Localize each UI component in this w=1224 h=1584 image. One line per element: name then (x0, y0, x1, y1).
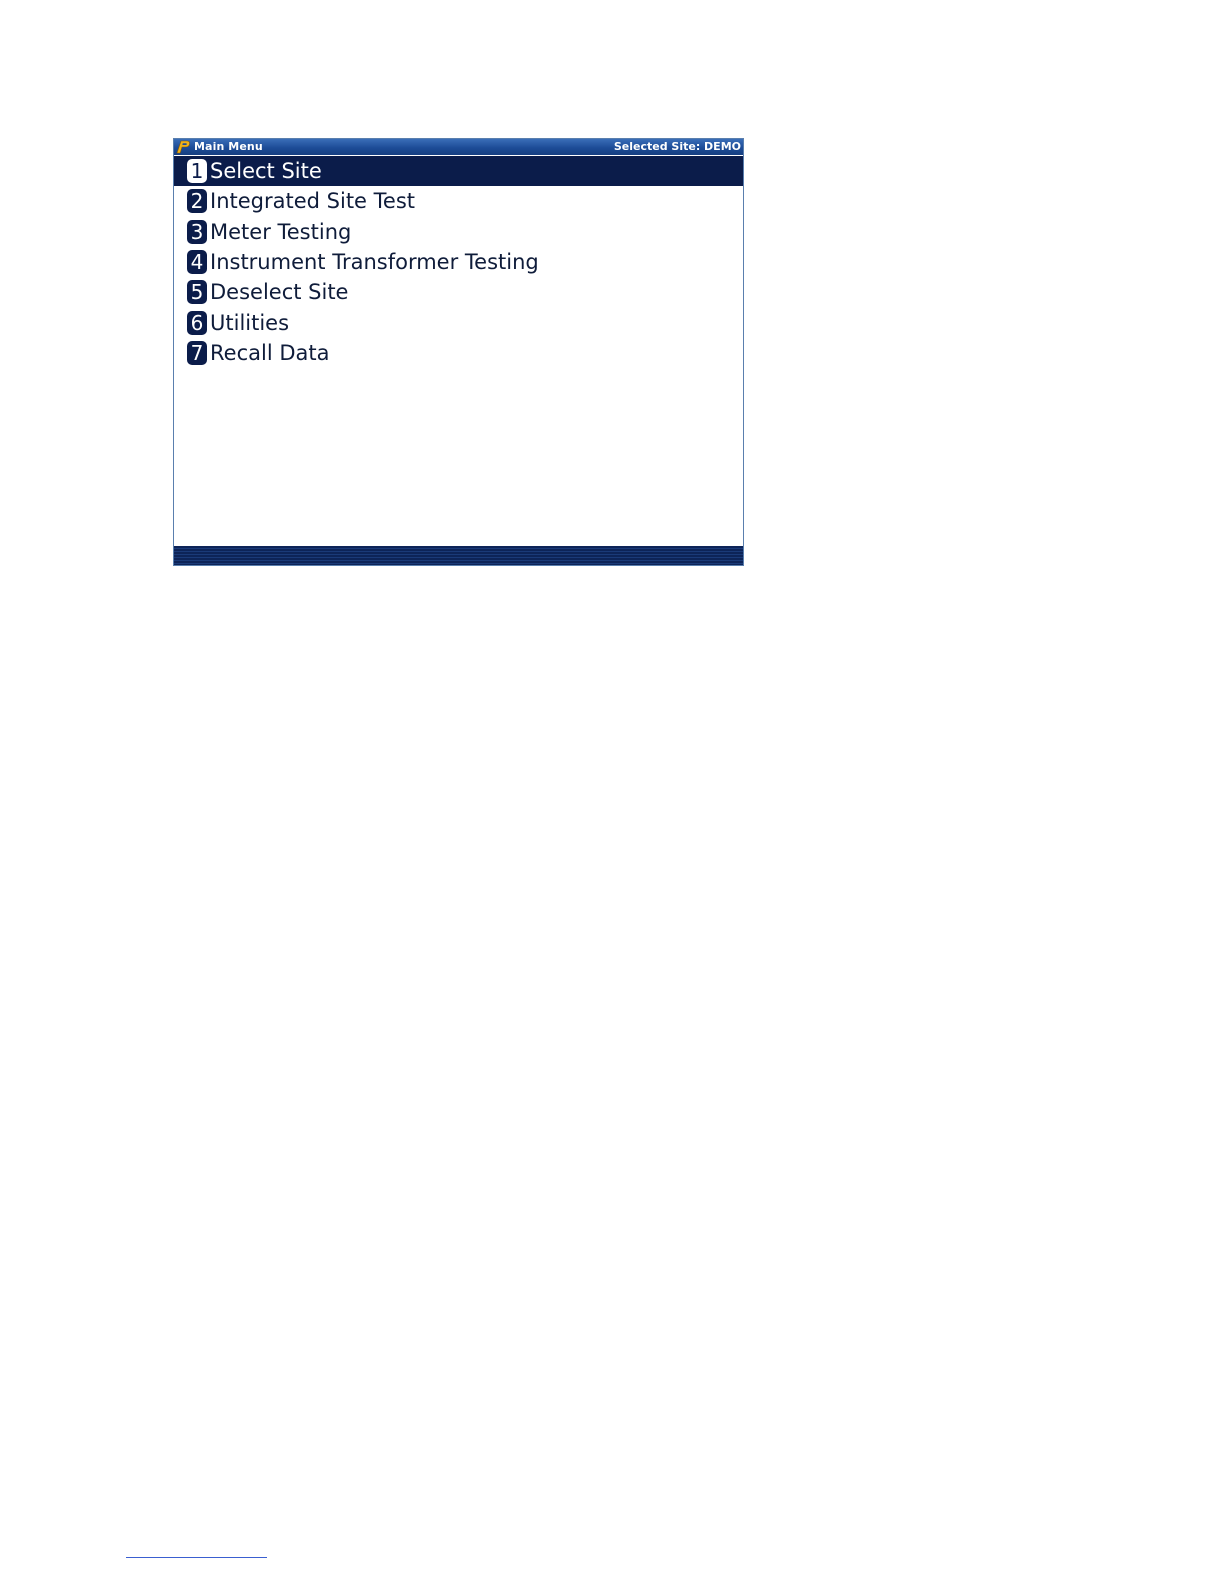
menu-item-label: Utilities (210, 310, 290, 335)
footnote-divider (126, 1557, 267, 1558)
menu-item-instrument-transformer-testing[interactable]: 4 Instrument Transformer Testing (174, 247, 743, 277)
menu-number-badge: 1 (187, 159, 207, 184)
selected-site-status: Selected Site: DEMO (613, 140, 741, 153)
menu-item-integrated-site-test[interactable]: 2 Integrated Site Test (174, 186, 743, 216)
menu-item-label: Recall Data (210, 340, 330, 365)
title-bar: Main Menu Selected Site: DEMO (174, 139, 743, 155)
menu-number-badge: 5 (187, 280, 207, 305)
menu-item-label: Deselect Site (210, 280, 349, 305)
menu-item-select-site[interactable]: 1 Select Site (174, 156, 743, 187)
menu-item-label: Integrated Site Test (210, 189, 415, 214)
status-bar (174, 546, 743, 565)
menu-item-label: Select Site (210, 159, 322, 184)
app-window: Main Menu Selected Site: DEMO 1 Select S… (173, 138, 744, 566)
menu-number-badge: 6 (187, 310, 207, 335)
main-menu-list: 1 Select Site 2 Integrated Site Test 3 M… (174, 156, 743, 368)
menu-item-label: Instrument Transformer Testing (210, 250, 539, 275)
menu-item-utilities[interactable]: 6 Utilities (174, 307, 743, 337)
menu-item-recall-data[interactable]: 7 Recall Data (174, 338, 743, 368)
menu-number-badge: 3 (187, 219, 207, 244)
menu-item-meter-testing[interactable]: 3 Meter Testing (174, 217, 743, 247)
menu-number-badge: 2 (187, 189, 207, 214)
window-title: Main Menu (194, 140, 263, 153)
p-logo-icon (176, 140, 190, 154)
menu-item-label: Meter Testing (210, 219, 352, 244)
menu-number-badge: 7 (187, 340, 207, 365)
menu-item-deselect-site[interactable]: 5 Deselect Site (174, 277, 743, 307)
menu-number-badge: 4 (187, 250, 207, 275)
